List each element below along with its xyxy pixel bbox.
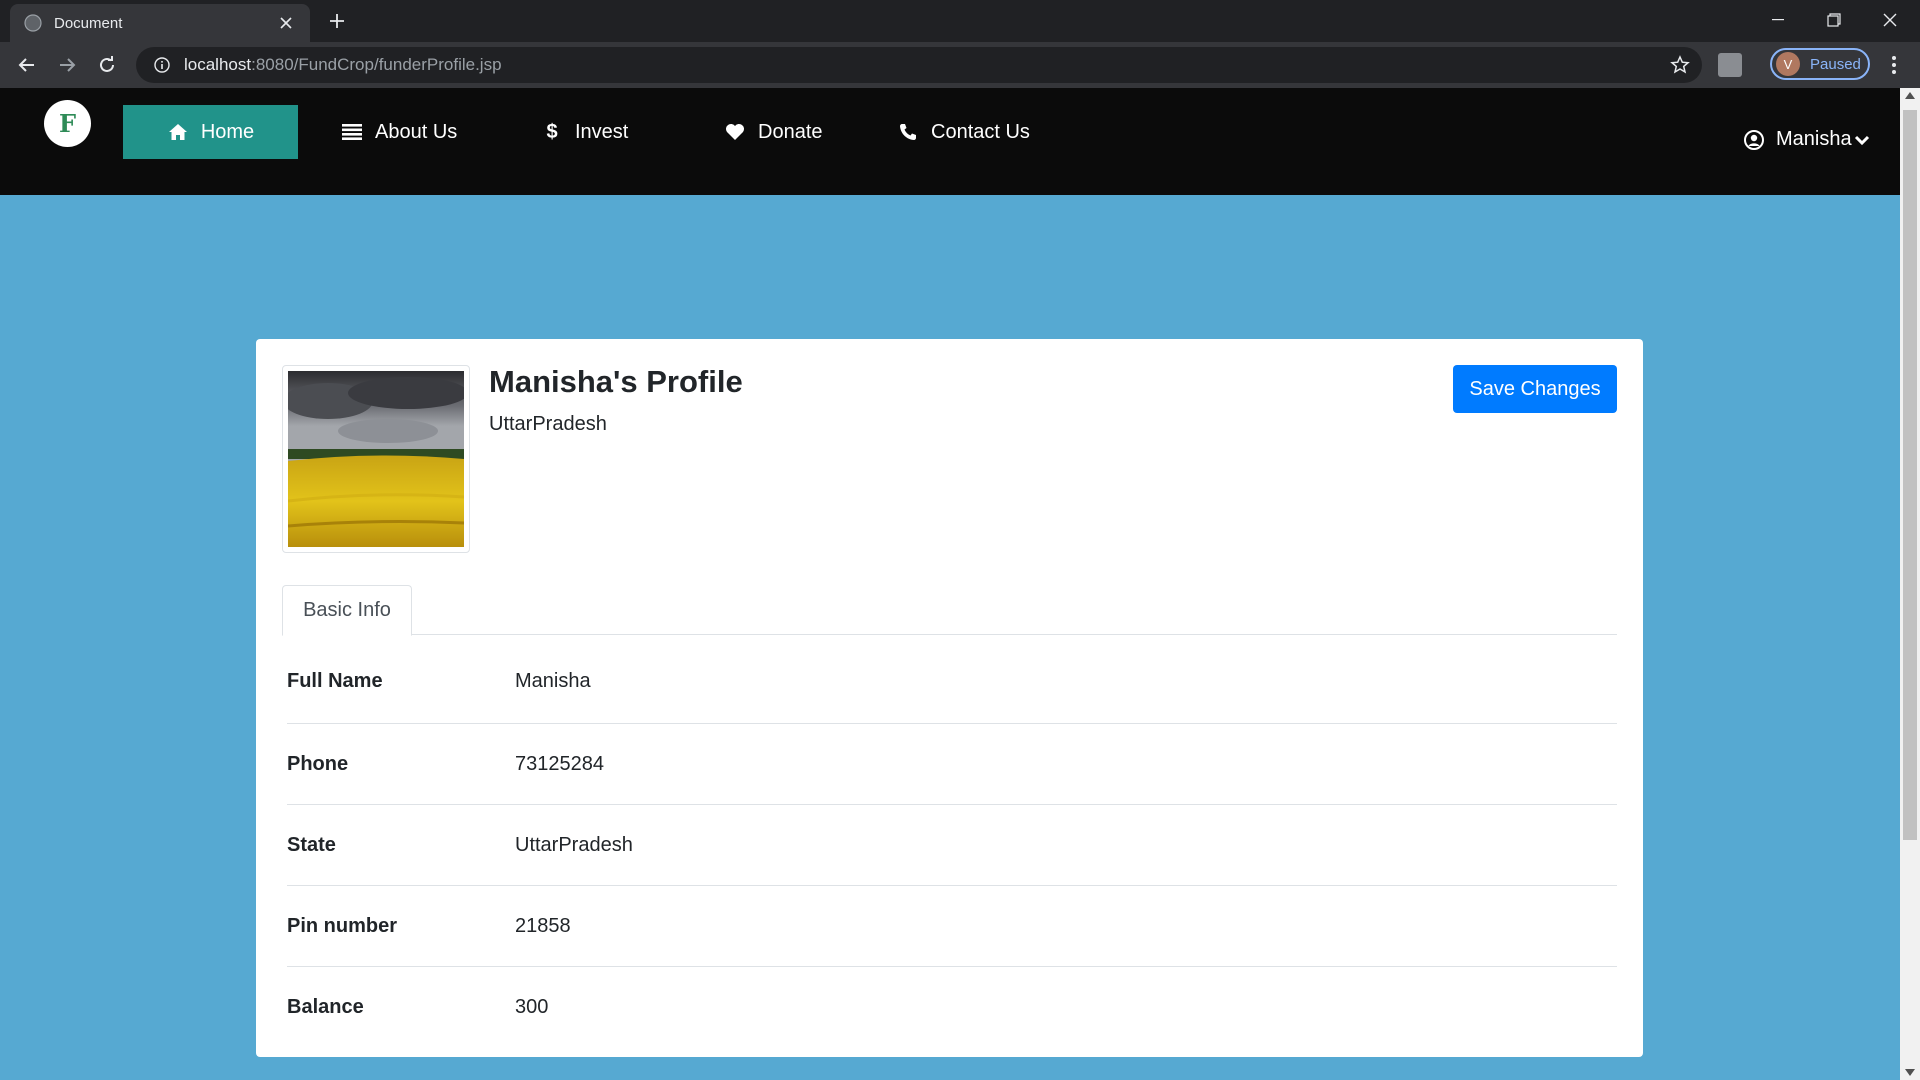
nav-home[interactable]: Home: [123, 105, 298, 159]
field-label: State: [287, 834, 336, 856]
logo-letter: F: [58, 109, 77, 138]
site-logo[interactable]: F: [44, 100, 91, 147]
browser-tab[interactable]: Document: [10, 4, 310, 42]
reload-icon[interactable]: [92, 50, 122, 80]
info-row-pin-number: Pin number 21858: [287, 886, 1617, 967]
info-row-state: State UttarPradesh: [287, 805, 1617, 886]
forward-icon[interactable]: [52, 50, 82, 80]
save-changes-button[interactable]: Save Changes: [1453, 365, 1617, 413]
field-value: UttarPradesh: [515, 834, 633, 856]
profile-tabs: Basic Info: [282, 585, 1617, 636]
info-row-phone: Phone 73125284: [287, 724, 1617, 805]
nav-contact-us[interactable]: Contact Us: [897, 105, 1030, 159]
field-label: Pin number: [287, 915, 398, 937]
close-tab-icon[interactable]: [276, 13, 296, 33]
user-menu[interactable]: Manisha: [1744, 128, 1870, 151]
tab-title: Document: [54, 14, 123, 32]
field-value: 300: [515, 996, 549, 1018]
nav-about-us-label: About Us: [375, 120, 458, 143]
nav-about-us[interactable]: About Us: [341, 105, 457, 159]
profile-photo: [282, 365, 470, 553]
field-value: Manisha: [515, 670, 591, 692]
field-value: 21858: [515, 915, 571, 937]
browser-profile-button[interactable]: V Paused: [1770, 48, 1870, 80]
globe-icon: [24, 14, 42, 32]
nav-home-label: Home: [200, 120, 255, 143]
profile-card: Manisha's Profile UttarPradesh Save Chan…: [256, 339, 1643, 1057]
address-bar[interactable]: localhost:8080/FundCrop/funderProfile.js…: [136, 47, 1702, 83]
url-text: localhost:8080/FundCrop/funderProfile.js…: [184, 55, 502, 74]
page-scrollbar[interactable]: [1900, 88, 1920, 1080]
browser-menu-icon[interactable]: [1884, 54, 1904, 76]
profile-location: UttarPradesh: [489, 413, 607, 435]
bookmark-star-icon[interactable]: [1670, 55, 1690, 75]
info-row-full-name: Full Name Manisha: [287, 641, 1617, 722]
scrollbar-thumb[interactable]: [1903, 110, 1917, 840]
new-tab-icon[interactable]: [325, 9, 349, 33]
user-circle-icon: [1744, 129, 1764, 150]
chevron-down-icon: [1854, 134, 1870, 146]
info-row-balance: Balance 300: [287, 967, 1617, 1048]
field-label: Phone: [287, 753, 349, 775]
page-title: Manisha's Profile: [489, 364, 743, 399]
close-window-icon[interactable]: [1862, 0, 1918, 40]
user-name: Manisha: [1776, 128, 1852, 150]
nav-donate[interactable]: Donate: [724, 105, 823, 159]
field-label: Full Name: [287, 670, 383, 692]
page-viewport: F Home About Us $ Invest Donate Contact …: [0, 88, 1920, 1080]
home-icon: [167, 121, 189, 143]
scroll-up-icon[interactable]: [1905, 92, 1915, 99]
site-info-icon[interactable]: [152, 55, 172, 75]
nav-invest-label: Invest: [575, 120, 629, 143]
nav-contact-us-label: Contact Us: [931, 120, 1030, 143]
restore-icon[interactable]: [1806, 0, 1862, 40]
nav-donate-label: Donate: [758, 120, 823, 143]
avatar: V: [1776, 52, 1800, 76]
list-icon: [341, 121, 363, 143]
browser-toolbar: localhost:8080/FundCrop/funderProfile.js…: [0, 42, 1920, 88]
profile-image: [288, 371, 464, 547]
site-navbar: F Home About Us $ Invest Donate Contact …: [0, 88, 1900, 195]
field-value: 73125284: [515, 753, 604, 775]
dollar-icon: $: [546, 120, 558, 143]
minimize-icon[interactable]: [1750, 0, 1806, 40]
browser-tabstrip: Document: [0, 0, 1920, 42]
scroll-down-icon[interactable]: [1905, 1069, 1915, 1076]
extension-icon[interactable]: [1718, 53, 1742, 77]
nav-invest[interactable]: $ Invest: [541, 105, 628, 159]
back-icon[interactable]: [12, 50, 42, 80]
phone-icon: [897, 121, 919, 143]
field-label: Balance: [287, 996, 364, 1018]
heart-icon: [724, 121, 746, 143]
tab-basic-info[interactable]: Basic Info: [282, 585, 412, 636]
profile-status: Paused: [1810, 55, 1861, 73]
